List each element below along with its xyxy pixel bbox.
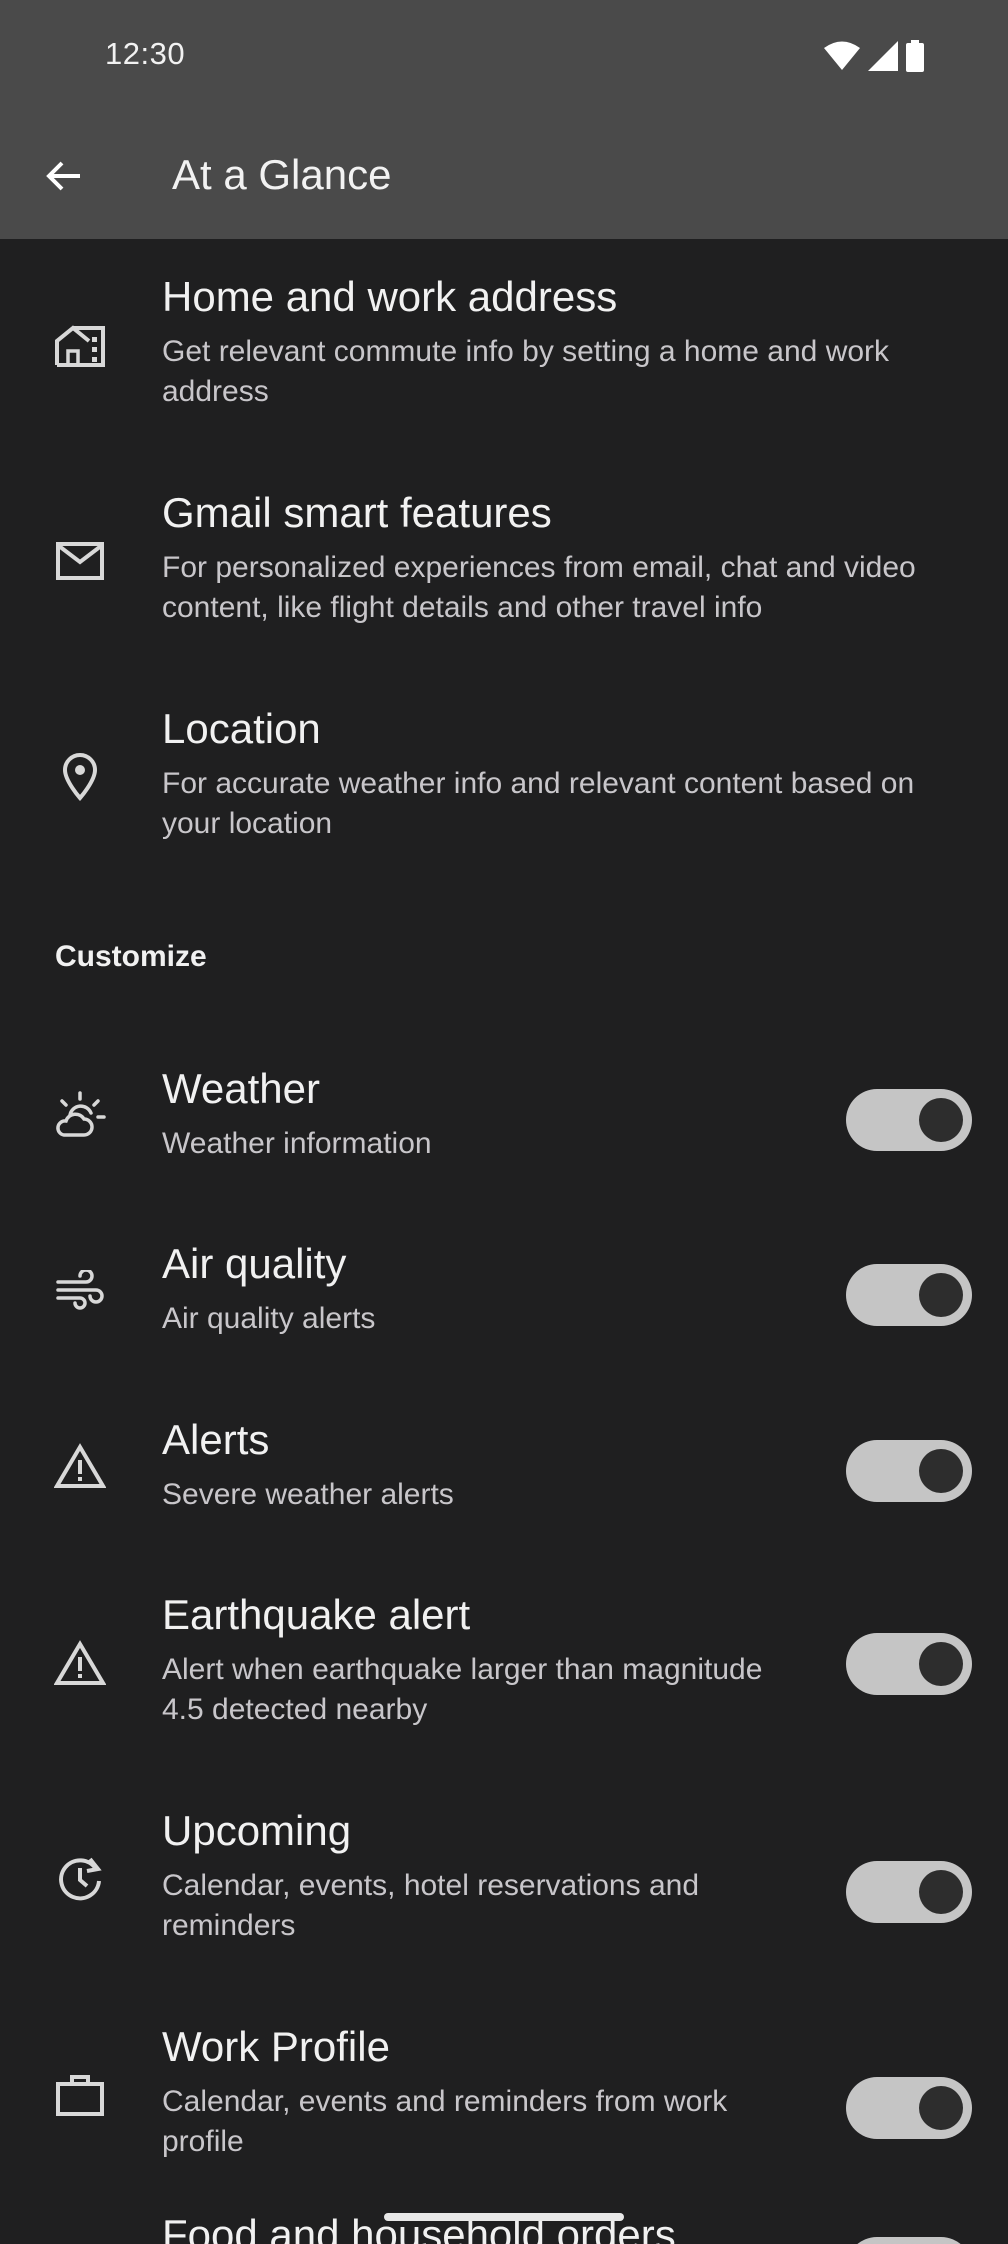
location-pin-icon	[52, 749, 108, 805]
home-work-icon	[52, 317, 108, 373]
item-subtitle: Calendar, events and reminders from work…	[162, 2085, 728, 2158]
item-title: Work Profile	[162, 2023, 390, 2070]
toggle-thumb	[919, 1273, 963, 1317]
status-icons	[824, 40, 924, 72]
toggle-thumb	[919, 1098, 963, 1142]
item-subtitle: Weather information	[162, 1127, 432, 1160]
shopping-icon	[52, 2231, 108, 2244]
alerts-toggle[interactable]	[846, 1440, 972, 1502]
alerts-item[interactable]: Alerts Severe weather alerts	[0, 1388, 1008, 1554]
upcoming-toggle[interactable]	[846, 1861, 972, 1923]
home-work-address-item[interactable]: Home and work address Get relevant commu…	[0, 239, 1008, 449]
back-button[interactable]	[28, 140, 100, 212]
earthquake-alert-toggle[interactable]	[846, 1633, 972, 1695]
item-title: Location	[162, 705, 321, 752]
earthquake-alert-item[interactable]: Earthquake alert Alert when earthquake l…	[0, 1563, 1008, 1773]
weather-item[interactable]: Weather Weather information	[0, 1037, 1008, 1203]
food-household-orders-toggle[interactable]	[846, 2237, 972, 2244]
wifi-icon	[824, 41, 860, 71]
item-title: Home and work address	[162, 273, 618, 320]
partly-cloudy-icon	[52, 1087, 108, 1143]
page-title: At a Glance	[172, 151, 392, 198]
item-subtitle: For personalized experiences from email,…	[162, 551, 916, 624]
warning-icon	[52, 1635, 108, 1691]
arrow-back-icon	[44, 156, 84, 196]
status-bar: 12:30	[0, 0, 1008, 113]
air-quality-item[interactable]: Air quality Air quality alerts	[0, 1212, 1008, 1378]
work-profile-toggle[interactable]	[846, 2077, 972, 2139]
air-quality-toggle[interactable]	[846, 1264, 972, 1326]
item-title: Weather	[162, 1065, 320, 1112]
location-item[interactable]: Location For accurate weather info and r…	[0, 671, 1008, 881]
upcoming-item[interactable]: Upcoming Calendar, events, hotel reserva…	[0, 1779, 1008, 1989]
section-header-customize: Customize	[55, 940, 207, 973]
item-subtitle: For accurate weather info and relevant c…	[162, 767, 915, 840]
gesture-nav-handle[interactable]	[384, 2213, 624, 2221]
weather-toggle[interactable]	[846, 1089, 972, 1151]
mail-icon	[52, 533, 108, 589]
item-subtitle: Calendar, events, hotel reservations and…	[162, 1869, 699, 1942]
item-title: Alerts	[162, 1416, 270, 1463]
item-title: Air quality	[162, 1240, 347, 1287]
item-subtitle: Get relevant commute info by setting a h…	[162, 335, 890, 408]
gmail-smart-features-item[interactable]: Gmail smart features For personalized ex…	[0, 455, 1008, 665]
upcoming-icon	[52, 1851, 108, 1907]
work-profile-item[interactable]: Work Profile Calendar, events and remind…	[0, 1995, 1008, 2205]
settings-list[interactable]: Home and work address Get relevant commu…	[0, 239, 1008, 2244]
status-time: 12:30	[105, 36, 186, 71]
toggle-thumb	[919, 1870, 963, 1914]
toggle-thumb	[919, 1449, 963, 1493]
toggle-thumb	[919, 2086, 963, 2130]
battery-icon	[906, 40, 924, 72]
signal-icon	[868, 41, 898, 71]
toggle-thumb	[919, 1642, 963, 1686]
air-icon	[52, 1262, 108, 1318]
item-subtitle: Severe weather alerts	[162, 1478, 454, 1511]
item-title: Upcoming	[162, 1807, 352, 1854]
warning-icon	[52, 1438, 108, 1494]
item-title: Gmail smart features	[162, 489, 552, 536]
briefcase-icon	[52, 2067, 108, 2123]
item-title: Earthquake alert	[162, 1591, 471, 1638]
app-bar: At a Glance	[0, 113, 1008, 239]
item-subtitle: Alert when earthquake larger than magnit…	[162, 1653, 763, 1726]
item-subtitle: Air quality alerts	[162, 1302, 376, 1335]
